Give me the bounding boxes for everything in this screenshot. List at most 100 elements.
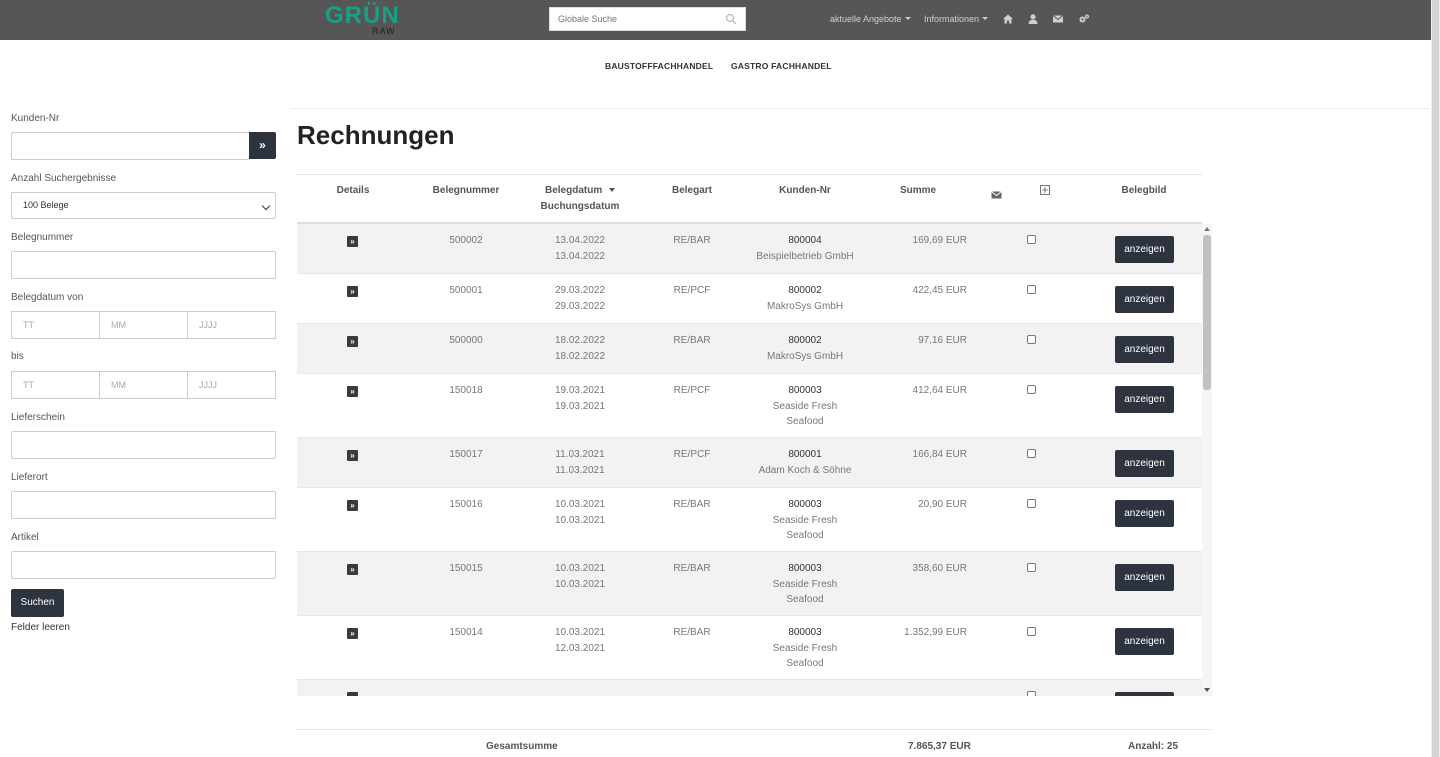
row-checkbox[interactable]: [1027, 563, 1036, 572]
expand-details-icon[interactable]: »: [347, 386, 358, 397]
show-document-button[interactable]: anzeigen: [1115, 500, 1174, 527]
page-title: Rechnungen: [297, 120, 455, 150]
cell-buchungsdatum: 29.03.2022: [554, 300, 606, 312]
lieferschein-input[interactable]: [11, 431, 276, 459]
menu-info[interactable]: Informationen: [924, 14, 989, 24]
col-belegnummer[interactable]: Belegnummer: [421, 185, 511, 196]
show-document-button[interactable]: anzeigen: [1115, 628, 1174, 655]
show-document-button[interactable]: [1115, 692, 1174, 696]
show-document-button[interactable]: anzeigen: [1115, 450, 1174, 477]
envelope-icon[interactable]: [1052, 13, 1064, 25]
cell-belegnummer: 150018: [449, 385, 483, 396]
page-scrollbar-thumb[interactable]: [1432, 0, 1439, 757]
menu-offers[interactable]: aktuelle Angebote: [830, 14, 911, 24]
col-belegart[interactable]: Belegart: [652, 185, 732, 196]
show-document-button[interactable]: anzeigen: [1115, 564, 1174, 591]
count-select-value: 100 Belege: [23, 200, 69, 210]
double-chevron-icon: »: [259, 138, 266, 152]
row-checkbox[interactable]: [1027, 691, 1036, 696]
row-checkbox[interactable]: [1027, 385, 1036, 394]
search-button[interactable]: Suchen: [11, 589, 64, 617]
row-checkbox[interactable]: [1027, 627, 1036, 636]
cell-belegdatum: 19.03.2021: [554, 385, 606, 396]
date-to-month[interactable]: MM: [99, 371, 188, 399]
table-row[interactable]: » 500001 29.03.2022 29.03.2022 RE/PCF 800002 M…: [297, 274, 1202, 324]
cell-belegart: RE/BAR: [673, 235, 711, 246]
expand-details-icon[interactable]: »: [347, 236, 358, 247]
row-checkbox[interactable]: [1027, 499, 1036, 508]
logo-sub: RAW: [372, 26, 396, 36]
scroll-down-icon[interactable]: [1204, 688, 1210, 692]
kunden-nr-input[interactable]: [11, 132, 250, 160]
date-from-year[interactable]: JJJJ: [187, 311, 276, 339]
table-row[interactable]: » 500000 18.02.2022 18.02.2022 RE/BAR 800002 M…: [297, 324, 1202, 374]
cell-buchungsdatum: 13.04.2022: [554, 250, 606, 262]
expand-details-icon[interactable]: »: [347, 692, 358, 696]
date-to-day[interactable]: TT: [11, 371, 100, 399]
expand-details-icon[interactable]: »: [347, 336, 358, 347]
scroll-up-icon[interactable]: [1204, 227, 1210, 231]
show-document-button[interactable]: anzeigen: [1115, 386, 1174, 413]
row-checkbox[interactable]: [1027, 285, 1036, 294]
cell-belegnummer: 150016: [449, 499, 483, 510]
menu-info-label: Informationen: [924, 14, 980, 24]
table-row[interactable]: » 150014 10.03.2021 12.03.2021 RE/BAR 800003 S…: [297, 616, 1202, 680]
expand-details-icon[interactable]: »: [347, 564, 358, 575]
table-row[interactable]: » 150015 10.03.2021 10.03.2021 RE/BAR 800003 S…: [297, 552, 1202, 616]
global-search: [549, 7, 746, 31]
col-summe[interactable]: Summe: [878, 185, 958, 196]
table-row[interactable]: » 150016 10.03.2021 10.03.2021 RE/BAR 800003 S…: [297, 488, 1202, 552]
expand-details-icon[interactable]: »: [347, 500, 358, 511]
artikel-input[interactable]: [11, 551, 276, 579]
table-row[interactable]: » 150018 19.03.2021 19.03.2021 RE/PCF 800003 S…: [297, 374, 1202, 438]
cell-belegnummer: 150015: [449, 563, 483, 574]
expand-details-icon[interactable]: »: [347, 286, 358, 297]
table-body[interactable]: » 500002 13.04.2022 13.04.2022 RE/BAR 800004 B…: [297, 224, 1212, 696]
show-document-button[interactable]: anzeigen: [1115, 286, 1174, 313]
cogs-icon[interactable]: [1078, 13, 1090, 25]
logo[interactable]: GRÜN RAW: [325, 2, 405, 38]
count-select[interactable]: 100 Belege: [11, 192, 276, 219]
expand-details-icon[interactable]: »: [347, 450, 358, 461]
subnav-gastro[interactable]: GASTRO FACHHANDEL: [731, 61, 832, 71]
belegnummer-input[interactable]: [11, 251, 276, 279]
col-kunden-nr[interactable]: Kunden-Nr: [760, 185, 850, 196]
cell-kunden-name: Seaside Fresh Seafood: [772, 514, 838, 542]
global-search-input[interactable]: [550, 8, 720, 30]
cell-buchungsdatum: 19.03.2021: [554, 400, 606, 412]
cell-summe: 422,45 EUR: [912, 285, 967, 296]
cell-belegart: RE/BAR: [673, 499, 711, 510]
row-checkbox[interactable]: [1027, 449, 1036, 458]
cell-buchungsdatum: 18.02.2022: [554, 350, 606, 362]
search-icon[interactable]: [725, 13, 737, 25]
table-row[interactable]: » 150017 11.03.2021 11.03.2021 RE/PCF 800001 A…: [297, 438, 1202, 488]
caret-down-icon: [904, 17, 911, 20]
show-document-button[interactable]: anzeigen: [1115, 236, 1174, 263]
expand-details-icon[interactable]: »: [347, 628, 358, 639]
cell-belegdatum: 11.03.2021: [555, 449, 605, 460]
date-from-day[interactable]: TT: [11, 311, 100, 339]
col-buchungsdatum[interactable]: Buchungsdatum: [530, 201, 630, 212]
caret-down-icon: [982, 17, 989, 20]
envelope-icon[interactable]: [991, 190, 1002, 200]
lieferort-input[interactable]: [11, 491, 276, 519]
row-checkbox[interactable]: [1027, 335, 1036, 344]
table-row[interactable]: » 500002 13.04.2022 13.04.2022 RE/BAR 800004 B…: [297, 224, 1202, 274]
clear-fields-link[interactable]: Felder leeren: [11, 622, 70, 633]
row-checkbox[interactable]: [1027, 235, 1036, 244]
cell-belegnummer: 500001: [449, 285, 483, 296]
chevron-down-icon: [261, 201, 271, 211]
cell-kunden-nr: 800002: [788, 285, 822, 296]
col-belegdatum[interactable]: Belegdatum: [530, 185, 630, 196]
table-row[interactable]: »: [297, 680, 1202, 696]
home-icon[interactable]: [1002, 13, 1014, 25]
date-from-month[interactable]: MM: [99, 311, 188, 339]
user-icon[interactable]: [1027, 13, 1039, 25]
show-document-button[interactable]: anzeigen: [1115, 336, 1174, 363]
count-label: Anzahl Suchergebnisse: [11, 173, 117, 184]
kunden-nr-search-button[interactable]: »: [249, 132, 276, 159]
date-to-year[interactable]: JJJJ: [187, 371, 276, 399]
table-scrollbar-thumb[interactable]: [1203, 235, 1211, 390]
subnav-baustoff[interactable]: BAUSTOFFFACHHANDEL: [605, 61, 713, 71]
plus-square-icon[interactable]: [1040, 185, 1050, 195]
